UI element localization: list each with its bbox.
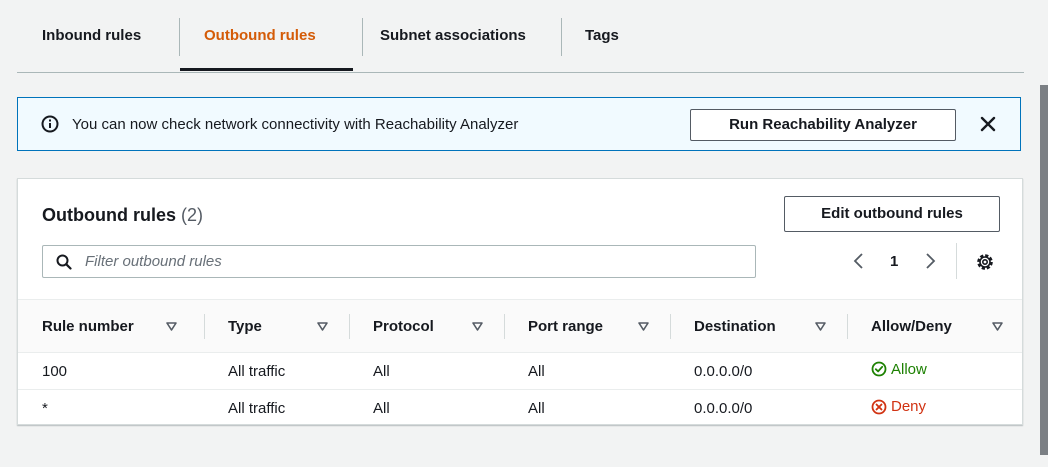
- tab-divider: [179, 18, 180, 56]
- filter-input[interactable]: [85, 246, 745, 277]
- table-header-row: Rule number Type Protocol Port range Des…: [18, 299, 1022, 353]
- column-divider: [504, 314, 505, 339]
- column-label: Rule number: [42, 317, 134, 335]
- search-icon: [56, 254, 72, 270]
- cell-protocol: All: [373, 399, 390, 417]
- column-divider: [349, 314, 350, 339]
- column-label: Destination: [694, 317, 776, 335]
- cell-type: All traffic: [228, 399, 286, 417]
- reachability-flash-banner: You can now check network connectivity w…: [17, 97, 1021, 151]
- cell-type: All traffic: [204, 352, 349, 390]
- table-row[interactable]: * All traffic All All 0.0.0.0/0 Deny: [18, 390, 1022, 427]
- tab-divider: [561, 18, 562, 56]
- table-row[interactable]: 100 All traffic All All 0.0.0.0/0 Allow: [18, 352, 1022, 390]
- tab-outbound-rules[interactable]: Outbound rules: [204, 0, 316, 72]
- close-icon[interactable]: [976, 112, 1000, 136]
- edit-outbound-rules-button[interactable]: Edit outbound rules: [784, 196, 1000, 232]
- column-header-rule-number[interactable]: Rule number: [18, 299, 204, 353]
- sort-caret-icon[interactable]: [472, 322, 483, 331]
- info-icon: [41, 115, 59, 133]
- status-badge-deny: Deny: [871, 398, 926, 415]
- cell-port-range: All: [504, 352, 670, 390]
- scrollbar[interactable]: [1040, 85, 1048, 467]
- column-header-type[interactable]: Type: [204, 299, 349, 353]
- page-number[interactable]: 1: [890, 253, 898, 270]
- x-circle-icon: [871, 399, 887, 414]
- flash-message: You can now check network connectivity w…: [72, 116, 519, 133]
- column-divider: [204, 314, 205, 339]
- outbound-rules-panel: Outbound rules (2) Edit outbound rules 1…: [17, 178, 1023, 425]
- column-label: Type: [228, 317, 262, 335]
- check-circle-icon: [871, 361, 887, 377]
- chevron-left-icon[interactable]: [851, 251, 867, 271]
- cell-allow-deny: Deny: [847, 390, 1022, 427]
- panel-title-text: Outbound rules: [42, 205, 176, 225]
- tab-bar: Inbound rules Outbound rules Subnet asso…: [17, 0, 1024, 73]
- sort-caret-icon[interactable]: [317, 322, 328, 331]
- rule-count: (2): [181, 205, 204, 225]
- cell-destination: 0.0.0.0/0: [694, 399, 753, 417]
- chevron-right-icon[interactable]: [922, 251, 938, 271]
- cell-destination: 0.0.0.0/0: [670, 352, 847, 390]
- column-header-destination[interactable]: Destination: [670, 299, 847, 353]
- cell-port-range: All: [528, 399, 545, 417]
- pager-divider: [956, 243, 957, 279]
- column-label: Allow/Deny: [871, 317, 952, 335]
- column-divider: [670, 314, 671, 339]
- status-badge-allow: Allow: [871, 361, 927, 378]
- column-header-port-range[interactable]: Port range: [504, 299, 670, 353]
- column-divider: [847, 314, 848, 339]
- cell-rule-number: *: [42, 399, 48, 417]
- tab-tags[interactable]: Tags: [585, 0, 619, 72]
- cell-protocol: All: [349, 352, 504, 390]
- status-label: Deny: [891, 398, 927, 415]
- tab-divider: [362, 18, 363, 56]
- column-header-allow-deny[interactable]: Allow/Deny: [847, 299, 1022, 353]
- column-label: Protocol: [373, 317, 434, 335]
- sort-caret-icon[interactable]: [638, 322, 649, 331]
- cell-rule-number: 100: [18, 352, 204, 390]
- filter-box: [42, 245, 756, 278]
- column-header-protocol[interactable]: Protocol: [349, 299, 504, 353]
- sort-caret-icon[interactable]: [815, 322, 826, 331]
- outbound-rules-table: Rule number Type Protocol Port range Des…: [18, 299, 1022, 427]
- status-label: Allow: [891, 360, 927, 378]
- run-reachability-analyzer-button[interactable]: Run Reachability Analyzer: [690, 109, 956, 141]
- tab-inbound-rules[interactable]: Inbound rules: [42, 0, 141, 72]
- sort-caret-icon[interactable]: [992, 322, 1003, 331]
- scroll-down-arrow[interactable]: [1040, 455, 1048, 467]
- column-label: Port range: [528, 317, 604, 335]
- active-tab-indicator: [180, 68, 353, 71]
- tab-subnet-associations[interactable]: Subnet associations: [380, 0, 526, 72]
- gear-icon[interactable]: [974, 251, 996, 273]
- panel-title: Outbound rules (2): [42, 205, 203, 226]
- sort-caret-icon[interactable]: [166, 322, 177, 331]
- cell-allow-deny: Allow: [847, 352, 1022, 390]
